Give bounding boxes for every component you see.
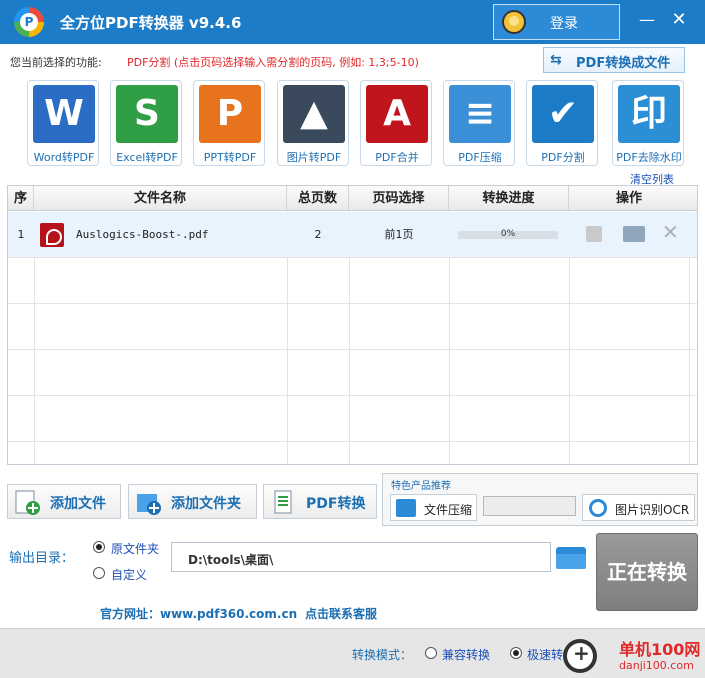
col-index: 序 (8, 186, 34, 211)
file-compress-button[interactable]: 文件压缩 (390, 494, 477, 521)
watermark-text: 单机100网 (619, 640, 701, 659)
pdf-convert-button[interactable]: PDF转换 (263, 484, 377, 519)
stamp-icon: 印 (618, 85, 680, 143)
minimize-icon[interactable]: — (634, 6, 660, 34)
add-file-label: 添加文件 (50, 496, 106, 512)
site-watermark: 单机100网 danji100.com (563, 634, 703, 676)
row-index: 1 (17, 228, 25, 241)
pdf-merge-icon: A (366, 85, 428, 143)
browse-folder-icon[interactable] (556, 545, 588, 571)
radio-original-folder[interactable] (93, 541, 105, 553)
row-filename: Auslogics-Boost-.pdf (76, 228, 209, 241)
tool-pdf-merge[interactable]: A PDF合并 (360, 80, 432, 166)
tool-label: Excel转PDF (116, 151, 178, 164)
ppt-icon: P (199, 85, 261, 143)
radio-custom[interactable] (93, 567, 105, 579)
add-folder-button[interactable]: 添加文件夹 (128, 484, 257, 519)
output-path-field[interactable]: D:\tools\桌面\ (171, 542, 551, 572)
watermark-url: danji100.com (619, 659, 694, 672)
footer-bar: 转换模式： 兼容转换 极速转换 单机100网 danji100.com (0, 628, 705, 678)
tool-label: PDF分割 (541, 151, 585, 164)
tool-label: 图片转PDF (286, 151, 342, 164)
radio-compat-mode[interactable] (425, 647, 437, 659)
featured-products: 特色产品推荐 文件压缩 图片识别OCR (382, 473, 698, 526)
tool-label: PDF合并 (375, 151, 419, 164)
function-label: 您当前选择的功能: (10, 56, 102, 69)
tool-word-to-pdf[interactable]: W Word转PDF (27, 80, 99, 166)
login-button[interactable]: 登录 (493, 4, 620, 40)
file-compress-label: 文件压缩 (424, 503, 473, 517)
col-filename: 文件名称 (34, 186, 287, 211)
row-total-pages: 2 (314, 228, 322, 241)
row-page-select[interactable]: 前1页 (349, 212, 449, 257)
print-icon[interactable] (586, 226, 602, 242)
title-bar: P 全方位PDF转换器 v9.4.6 登录 — ✕ (0, 0, 705, 44)
ocr-icon (589, 499, 607, 517)
pdf-convert-label: PDF转换 (306, 496, 366, 512)
tool-pdf-remove-watermark[interactable]: 印 PDF去除水印 (612, 80, 684, 166)
pdf-file-icon (40, 223, 64, 247)
progress-bar: 0% (458, 229, 558, 239)
image-ocr-button[interactable]: 图片识别OCR (582, 494, 695, 521)
file-table: 序 文件名称 总页数 页码选择 转换进度 操作 1 Auslogics-Boos… (7, 185, 698, 465)
official-site-link[interactable]: 官方网址：www.pdf360.com.cn (100, 605, 297, 622)
tool-label: PDF去除水印 (616, 151, 682, 164)
table-header: 序 文件名称 总页数 页码选择 转换进度 操作 (8, 186, 697, 211)
image-ocr-label: 图片识别OCR (615, 503, 690, 517)
app-title: 全方位PDF转换器 v9.4.6 (60, 14, 242, 32)
col-progress: 转换进度 (449, 186, 569, 211)
add-folder-label: 添加文件夹 (171, 496, 241, 512)
tool-label: PPT转PDF (203, 151, 257, 164)
convert-mode-label: 转换模式： (352, 648, 413, 662)
tool-label: Word转PDF (33, 151, 95, 164)
wrench-icon: ✔ (532, 85, 594, 143)
tool-image-to-pdf[interactable]: ▲ 图片转PDF (277, 80, 349, 166)
compress-icon (396, 499, 416, 517)
radio-fast-mode[interactable] (510, 647, 522, 659)
login-label: 登录 (550, 16, 578, 32)
delete-icon[interactable]: ✕ (662, 220, 679, 244)
start-convert-button[interactable]: 正在转换 (596, 533, 698, 611)
add-folder-icon (137, 494, 161, 515)
progress-text: 0% (500, 229, 516, 239)
tool-label: PDF压缩 (458, 151, 502, 164)
col-page-select: 页码选择 (349, 186, 449, 211)
col-actions: 操作 (615, 191, 642, 206)
col-total-pages: 总页数 (287, 186, 349, 211)
tool-pdf-compress[interactable]: ≡ PDF压缩 (443, 80, 515, 166)
watermark-logo-icon (563, 639, 597, 673)
zip-icon: ≡ (449, 85, 511, 143)
open-folder-icon[interactable] (623, 226, 645, 242)
promo-progress-bar (483, 496, 576, 516)
table-row[interactable]: 1 Auslogics-Boost-.pdf 2 前1页 0% ✕ (8, 212, 697, 257)
function-description: PDF分割 (点击页码选择输入需分割的页码, 例如: 1,3;5-10) (127, 56, 419, 69)
document-icon (274, 490, 292, 514)
output-dir-label: 输出目录： (9, 551, 75, 566)
user-avatar-icon (502, 10, 526, 34)
pdf-to-file-button[interactable]: ⇆ PDF转换成文件 (543, 47, 685, 73)
excel-icon: S (116, 85, 178, 143)
featured-title: 特色产品推荐 (391, 481, 451, 492)
contact-support-link[interactable]: 点击联系客服 (305, 605, 377, 622)
custom-label: 自定义 (111, 568, 148, 582)
word-icon: W (33, 85, 95, 143)
tool-pdf-split[interactable]: ✔ PDF分割 (526, 80, 598, 166)
add-file-button[interactable]: 添加文件 (7, 484, 121, 519)
swap-icon: ⇆ (550, 52, 562, 68)
pdf-to-file-label: PDF转换成文件 (576, 56, 671, 71)
app-logo-icon: P (14, 7, 44, 37)
add-file-icon (15, 490, 40, 515)
close-icon[interactable]: ✕ (666, 6, 692, 34)
tool-excel-to-pdf[interactable]: S Excel转PDF (110, 80, 182, 166)
tool-ppt-to-pdf[interactable]: P PPT转PDF (193, 80, 265, 166)
image-icon: ▲ (283, 85, 345, 143)
compat-mode-label: 兼容转换 (442, 648, 491, 662)
original-folder-label: 原文件夹 (111, 542, 160, 556)
